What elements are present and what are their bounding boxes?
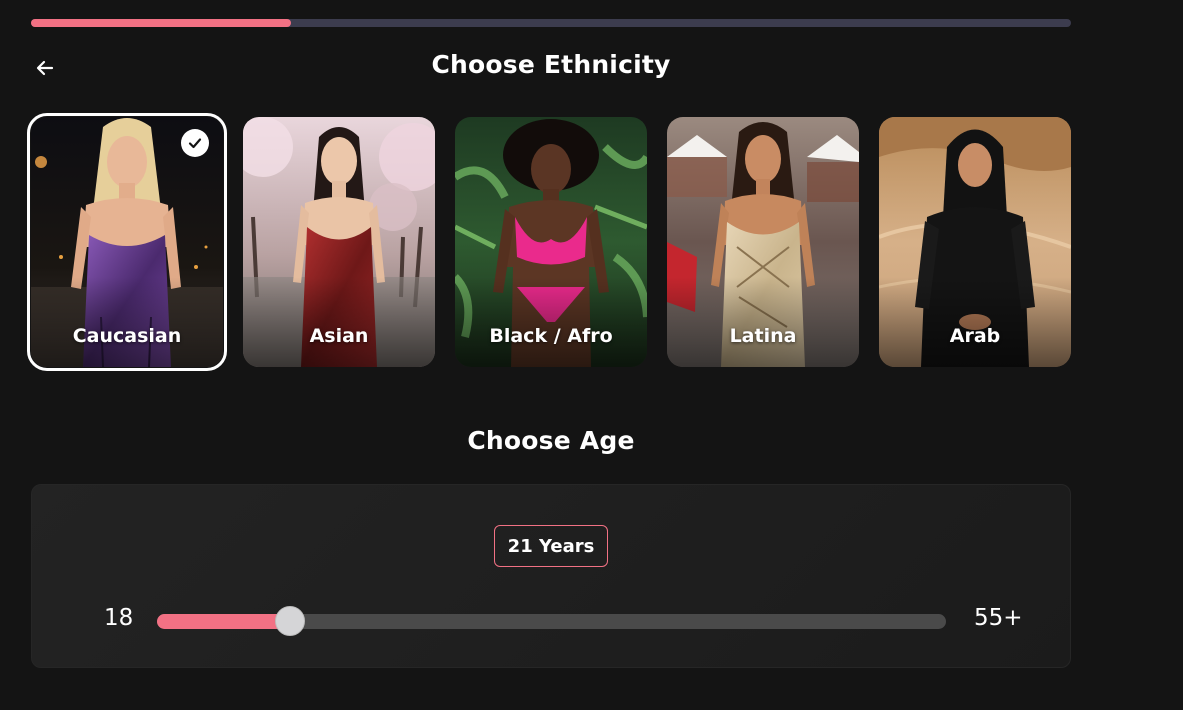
ethnicity-card-black-afro[interactable]: Black / Afro	[455, 117, 647, 367]
age-slider-fill	[157, 614, 291, 629]
ethnicity-label: Arab	[949, 325, 1001, 347]
ethnicity-card-arab[interactable]: Arab	[879, 117, 1071, 367]
ethnicity-label: Black / Afro	[489, 325, 613, 347]
age-max-label: 55+	[974, 605, 1023, 631]
ethnicity-label: Caucasian	[72, 325, 182, 347]
age-slider[interactable]	[157, 606, 946, 636]
ethnicity-card-caucasian[interactable]: Caucasian	[27, 113, 227, 371]
age-panel: 21 Years 18 55+	[31, 484, 1071, 668]
ethnicity-label: Asian	[309, 325, 369, 347]
progress-bar-fill	[31, 19, 291, 27]
age-slider-thumb[interactable]	[275, 606, 306, 636]
selected-check-icon	[181, 129, 209, 157]
age-value-badge: 21 Years	[494, 525, 608, 567]
progress-bar	[31, 19, 1071, 27]
age-min-label: 18	[104, 605, 134, 631]
age-title: Choose Age	[467, 426, 635, 455]
ethnicity-label: Latina	[729, 325, 797, 347]
ethnicity-title: Choose Ethnicity	[431, 50, 671, 79]
ethnicity-card-asian[interactable]: Asian	[243, 117, 435, 367]
ethnicity-card-latina[interactable]: Latina	[667, 117, 859, 367]
ethnicity-options: Caucasian Asian Black / Afro Latina Arab	[27, 113, 1071, 371]
